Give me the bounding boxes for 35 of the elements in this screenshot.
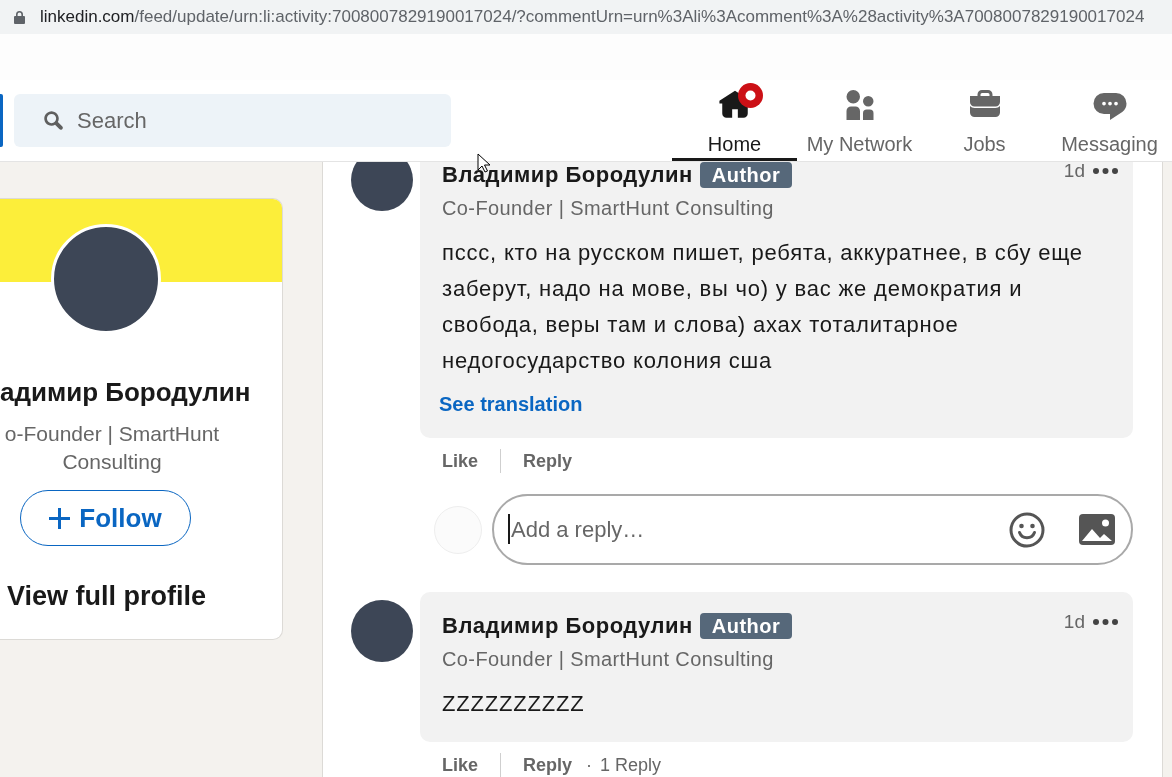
search-icon — [43, 110, 64, 131]
action-link[interactable]: Like — [442, 751, 479, 777]
replies-link[interactable]: 1 Reply — [600, 751, 662, 777]
address-bar[interactable]: linkedin.com/feed/update/urn:li:activity:7008007829190017024/?commentUrn=urn%3Ali%3Acomment%3A%28activity%3A7008007829190017024 — [0, 0, 1172, 34]
author-badge: Author — [699, 162, 793, 188]
profile-name[interactable]: адимир Бородулин — [0, 376, 251, 408]
lock-icon — [14, 10, 25, 24]
comment-time: 1d — [1063, 610, 1085, 634]
comment-text: ZZZZZZZZZZ — [442, 690, 586, 718]
more-icon[interactable] — [1093, 619, 1118, 625]
nav-tab[interactable]: Messaging — [1047, 80, 1172, 161]
view-profile-link[interactable]: View full profile — [7, 580, 207, 612]
more-icon[interactable] — [1093, 168, 1118, 174]
avatar-photo — [351, 162, 413, 211]
plus-icon — [49, 507, 71, 529]
see-translation-link[interactable]: See translation — [439, 392, 583, 416]
profile-headline: o-Founder | SmartHunt Consulting — [3, 421, 221, 475]
reply-field[interactable]: Add a reply… — [492, 494, 1133, 565]
smiley-icon[interactable] — [1009, 512, 1045, 548]
nav-tab[interactable]: My Network — [797, 80, 922, 161]
comment-text: пссс, кто на русском пишет, ребята, аккуратнее, в сбу еще заберут, надо на мове, вы чо) у вас же демократия и свобода, веры там и слова) ахах тоталитарное недогосударство колония сша — [442, 239, 1084, 375]
action-link[interactable]: Like — [442, 447, 479, 475]
action-link[interactable]: Reply — [523, 447, 573, 475]
image-icon[interactable] — [1079, 514, 1115, 545]
text-cursor-icon — [508, 514, 510, 544]
comment-author[interactable]: Владимир Бородулин — [442, 613, 693, 639]
action-link[interactable]: Reply — [523, 751, 573, 777]
search-field[interactable]: Search — [14, 94, 451, 147]
comment-time: 1d — [1063, 162, 1085, 183]
separator-dot: · — [586, 753, 593, 777]
author-badge: Author — [699, 613, 793, 639]
author-headline: Co-Founder | SmartHunt Consulting — [442, 647, 775, 671]
comment-author[interactable]: Владимир Бородулин — [442, 162, 693, 188]
nav-tab[interactable]: Jobs — [922, 80, 1047, 161]
author-headline: Co-Founder | SmartHunt Consulting — [442, 196, 775, 220]
